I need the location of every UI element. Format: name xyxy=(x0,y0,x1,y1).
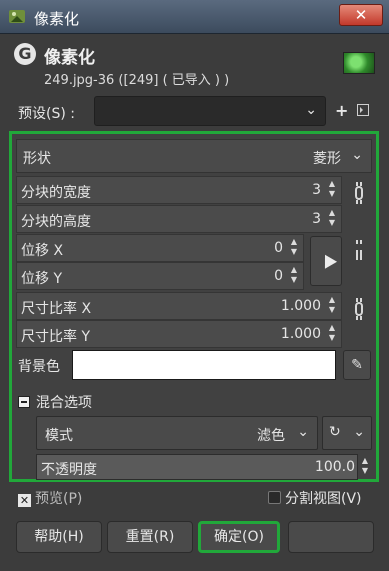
block-height-field[interactable]: 分块的高度 3 ▲ ▼ xyxy=(16,205,342,233)
chevron-down-icon: ⌄ xyxy=(297,424,309,440)
pick-center-button[interactable] xyxy=(310,236,342,286)
composite-icon: ↻ xyxy=(329,424,341,440)
spin-arrows-icon[interactable]: ▲ ▼ xyxy=(288,237,300,259)
spin-arrows-icon[interactable]: ▲ ▼ xyxy=(326,323,338,345)
gimp-logo-icon: G xyxy=(14,43,36,65)
ratio-y-field[interactable]: 尺寸比率 Y 1.000 ▲ ▼ xyxy=(16,320,342,348)
ratio-x-field[interactable]: 尺寸比率 X 1.000 ▲ ▼ xyxy=(16,292,342,320)
background-color-label: 背景色 xyxy=(18,359,60,375)
image-subtitle: 249.jpg-36 ([249] ( 已导入 ) ) xyxy=(44,73,230,88)
split-view-checkbox[interactable]: 分割视图(V) xyxy=(268,488,362,508)
opacity-label: 不透明度 xyxy=(41,462,97,478)
spin-arrows-icon[interactable]: ▲ ▼ xyxy=(326,208,338,230)
chevron-down-icon: ⌄ xyxy=(305,102,317,118)
blending-options-toggle[interactable]: 混合选项 xyxy=(18,392,92,412)
mode-value: 滤色 xyxy=(257,428,285,444)
gimp-app-icon xyxy=(9,10,25,23)
preset-menu-icon[interactable] xyxy=(357,104,369,116)
spin-arrows-icon[interactable]: ▲ ▼ xyxy=(326,179,338,201)
pointer-icon xyxy=(318,251,338,269)
help-button[interactable]: 帮助(H) xyxy=(16,521,102,553)
chevron-down-icon: ⌄ xyxy=(353,424,365,440)
close-button[interactable]: ✕ xyxy=(339,4,383,26)
presets-label: 预设(S) : xyxy=(18,106,75,122)
window-title: 像素化 xyxy=(34,10,80,28)
ok-button[interactable]: 确定(O) xyxy=(198,521,280,553)
opacity-value: 100.0 xyxy=(314,459,355,475)
chevron-down-icon: ⌄ xyxy=(351,147,363,163)
dialog-header: G 像素化 249.jpg-36 ([249] ( 已导入 ) ) xyxy=(0,34,389,92)
shape-label: 形状 xyxy=(23,151,51,167)
add-preset-icon[interactable]: + xyxy=(335,101,348,120)
opacity-slider[interactable]: 不透明度 100.0 ▲ ▼ xyxy=(36,454,368,480)
offset-x-field[interactable]: 位移 X 0 ▲ ▼ xyxy=(16,234,304,262)
block-width-field[interactable]: 分块的宽度 3 ▲ ▼ xyxy=(16,176,342,204)
eyedropper-icon[interactable]: ✎ xyxy=(343,350,371,380)
image-thumbnail xyxy=(343,52,375,74)
presets-row: 预设(S) : ⌄ + xyxy=(0,92,389,128)
checkbox-icon xyxy=(268,491,281,504)
operation-title: 像素化 xyxy=(44,48,95,68)
offset-y-field[interactable]: 位移 Y 0 ▲ ▼ xyxy=(16,262,304,290)
composite-mode-combo[interactable]: ↻ ⌄ xyxy=(322,416,372,450)
background-color-swatch[interactable] xyxy=(72,350,336,380)
spin-arrows-icon[interactable]: ▲ ▼ xyxy=(359,456,371,478)
shape-combo[interactable]: 形状 菱形 ⌄ xyxy=(16,139,372,173)
spin-arrows-icon[interactable]: ▲ ▼ xyxy=(326,295,338,317)
mode-label: 模式 xyxy=(45,428,73,444)
presets-combo[interactable]: ⌄ xyxy=(94,96,326,126)
collapse-icon xyxy=(18,396,30,408)
cancel-button[interactable] xyxy=(288,521,374,553)
blend-mode-combo[interactable]: 模式 滤色 ⌄ xyxy=(36,416,318,450)
chain-link-icon[interactable] xyxy=(351,298,367,320)
title-bar: 像素化 ✕ xyxy=(0,0,389,34)
spin-arrows-icon[interactable]: ▲ ▼ xyxy=(288,265,300,287)
chain-broken-icon[interactable] xyxy=(351,240,367,260)
chain-link-icon[interactable] xyxy=(351,182,367,204)
checked-icon: ✕ xyxy=(18,494,31,507)
shape-value: 菱形 xyxy=(313,151,341,167)
reset-button[interactable]: 重置(R) xyxy=(107,521,193,553)
preview-checkbox[interactable]: ✕ 预览(P) xyxy=(18,488,82,508)
